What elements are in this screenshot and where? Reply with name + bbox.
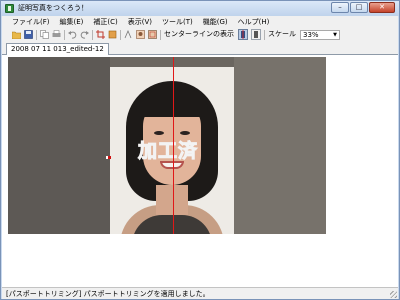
chevron-down-icon: ▼ (333, 31, 337, 38)
processed-watermark: 加工済 (137, 140, 199, 163)
trim-outside-left (8, 57, 110, 234)
portrait-eye-left (154, 131, 164, 135)
toolbar-separator (36, 29, 37, 40)
crop-icon[interactable] (96, 30, 105, 39)
menu-correct[interactable]: 補正(C) (88, 16, 122, 28)
app-window: 証明写真をつくろう！ – □ ✕ ファイル(F) 編集(E) 補正(C) 表示(… (0, 0, 400, 300)
redo-icon[interactable] (80, 30, 89, 39)
scale-dropdown[interactable]: 33% ▼ (300, 29, 340, 40)
app-icon (5, 4, 14, 13)
menu-help[interactable]: ヘルプ(H) (233, 16, 275, 28)
resize-grip-icon[interactable] (390, 291, 397, 298)
centerline-toggle-label[interactable]: センターラインの表示 (164, 29, 234, 40)
undo-icon[interactable] (68, 30, 77, 39)
close-button[interactable]: ✕ (369, 2, 395, 13)
centerline-on-toggle[interactable] (238, 29, 248, 40)
face-guide-icon[interactable] (148, 30, 157, 39)
image-canvas[interactable]: 加工済 (8, 57, 326, 234)
menu-file[interactable]: ファイル(F) (2, 16, 55, 28)
maximize-button[interactable]: □ (350, 2, 368, 13)
minimize-button[interactable]: – (331, 2, 349, 13)
menu-functions[interactable]: 機能(G) (198, 16, 233, 28)
toolbar-separator (64, 29, 65, 40)
menu-bar: ファイル(F) 編集(E) 補正(C) 表示(V) ツール(T) 機能(G) ヘ… (2, 16, 398, 28)
toolbar-separator (120, 29, 121, 40)
scale-label: スケール (268, 30, 296, 38)
portrait-photo[interactable]: 加工済 (110, 67, 234, 234)
toolbar: センターラインの表示 スケール 33% ▼ (2, 28, 398, 41)
title-bar[interactable]: 証明写真をつくろう！ – □ ✕ (1, 1, 399, 16)
toolbar-separator (92, 29, 93, 40)
window-controls: – □ ✕ (330, 2, 395, 13)
status-bar: [パスポートトリミング] パスポートトリミングを適用しました。 (2, 287, 398, 299)
rotate-icon[interactable] (108, 30, 117, 39)
toolbar-separator (264, 29, 265, 40)
portrait-neck (156, 185, 188, 215)
document-tabs: 2008 07 11 013_edited-12 (2, 41, 398, 55)
portrait-eye-right (180, 131, 190, 135)
compare-icon[interactable] (124, 29, 133, 39)
guide-marker (108, 156, 111, 159)
center-guide-line (173, 57, 174, 234)
document-view: 加工済 (2, 55, 398, 287)
centerline-off-toggle[interactable] (251, 29, 261, 40)
menu-view[interactable]: 表示(V) (123, 16, 157, 28)
window-title: 証明写真をつくろう！ (18, 4, 88, 12)
status-message: [パスポートトリミング] パスポートトリミングを適用しました。 (6, 290, 210, 298)
open-folder-icon[interactable] (11, 30, 22, 40)
trim-outside-right (234, 57, 326, 234)
print-icon[interactable] (52, 30, 61, 39)
menu-tools[interactable]: ツール(T) (157, 16, 198, 28)
image-toggle-icon[interactable] (136, 30, 145, 39)
menu-edit[interactable]: 編集(E) (55, 16, 89, 28)
toolbar-separator (160, 29, 161, 40)
portrait-bangs (136, 89, 208, 117)
save-icon[interactable] (24, 30, 33, 39)
copy-icon[interactable] (40, 30, 49, 39)
scale-value: 33% (303, 30, 319, 39)
tab-document[interactable]: 2008 07 11 013_edited-12 (6, 43, 109, 55)
